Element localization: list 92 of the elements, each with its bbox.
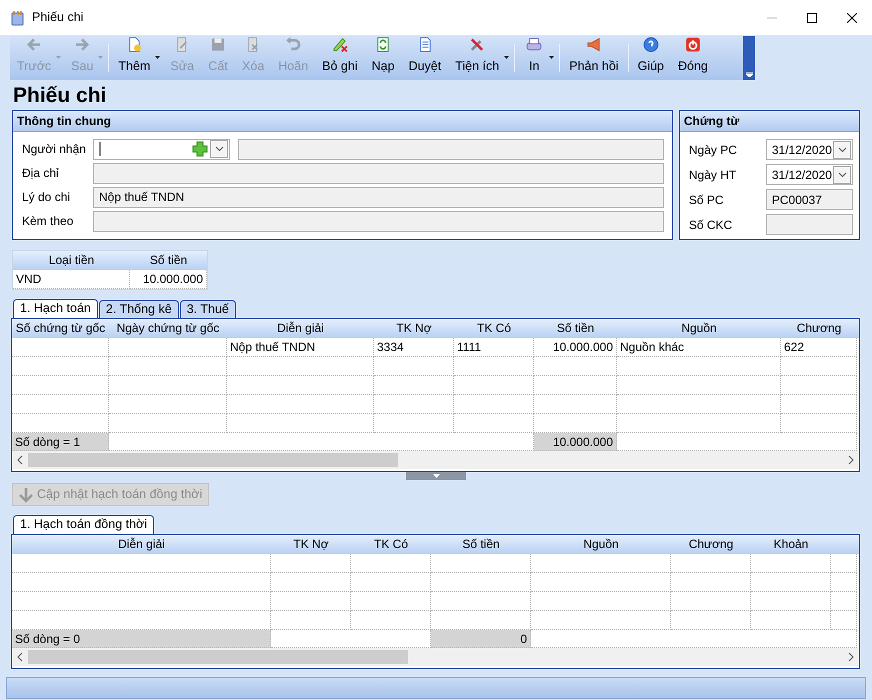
- horizontal-scrollbar[interactable]: [12, 648, 859, 666]
- caret-icon: [549, 56, 554, 59]
- name-field[interactable]: [238, 138, 664, 160]
- splitter-handle[interactable]: [406, 472, 466, 480]
- input-field[interactable]: [766, 214, 853, 235]
- column-header: Chương: [688, 536, 734, 553]
- caret-icon: [98, 56, 104, 59]
- dropdown-button[interactable]: [833, 140, 851, 158]
- field-label: Ngày PC: [688, 142, 738, 158]
- field-label: Số CKC: [688, 216, 734, 234]
- toolbar-button[interactable]: Giúp: [630, 36, 671, 80]
- chevron-down-icon: [838, 146, 846, 152]
- field-label: Ngày HT: [688, 166, 738, 184]
- field-label: Số PC: [688, 192, 725, 208]
- toolbar-button[interactable]: Phản hồi: [562, 36, 626, 80]
- text-cursor-icon: [99, 142, 101, 156]
- footer-cell: Số dòng = 1: [12, 433, 109, 451]
- table-cell: 10.000.000: [534, 338, 617, 357]
- combo-field[interactable]: [93, 138, 230, 160]
- column-header: Ngày chứng từ gốc: [116, 320, 220, 337]
- input-field[interactable]: Nộp thuế TNDN: [93, 186, 664, 208]
- overflow-caret-icon: [746, 72, 753, 77]
- input-field[interactable]: PC00037: [766, 189, 853, 210]
- column-header: TK Nợ: [292, 536, 330, 553]
- arrow-down-icon: [19, 486, 33, 502]
- table-cell: 622: [781, 338, 857, 357]
- close-icon[interactable]: [847, 12, 857, 22]
- footer-cell: 0: [431, 630, 531, 648]
- table-cell: 10.000.000: [130, 270, 207, 289]
- toolbar-button[interactable]: Duyệt: [402, 36, 448, 80]
- field-label: Địa chỉ: [21, 165, 60, 182]
- dropdown-button[interactable]: [833, 166, 851, 184]
- tab[interactable]: 3. Thuế: [180, 300, 236, 318]
- toolbar-button[interactable]: Nạp: [364, 36, 402, 80]
- table-cell: 3334: [374, 338, 454, 357]
- table-cell: [831, 611, 857, 630]
- toolbar-button[interactable]: Bỏ ghi: [315, 36, 365, 80]
- caret-icon: [155, 56, 160, 59]
- dropdown-button[interactable]: [210, 140, 228, 158]
- notepad-icon: [10, 10, 26, 26]
- toolbar-button[interactable]: Tiện ích: [448, 36, 506, 80]
- scrollbar-thumb[interactable]: [28, 453, 398, 467]
- column-header: Nguồn: [680, 320, 718, 337]
- chevron-down-icon: [838, 172, 846, 178]
- toolbar-button[interactable]: Đóng: [671, 36, 715, 80]
- date-field[interactable]: 31/12/2020: [766, 139, 853, 160]
- column-header: Chương: [796, 320, 842, 337]
- overflow-button[interactable]: [743, 36, 755, 80]
- maximize-icon[interactable]: [807, 12, 817, 22]
- field-label: Người nhận: [21, 141, 87, 158]
- caret-down-icon: [432, 474, 440, 478]
- input-field[interactable]: [93, 210, 664, 232]
- footer-cell: Số dòng = 0: [12, 630, 271, 648]
- table-cell: [831, 592, 857, 611]
- column-header: Số chứng từ gốc: [14, 320, 106, 337]
- field-label: Lý do chi: [21, 189, 72, 206]
- table-cell: VND: [13, 270, 130, 289]
- column-header: Số tiền: [556, 320, 596, 337]
- column-header: TK Có: [372, 536, 409, 553]
- table-cell: 1111: [454, 338, 534, 357]
- column-header: Số tiền: [148, 252, 188, 269]
- scrollbar-thumb[interactable]: [28, 650, 408, 664]
- column-header: Diễn giải: [117, 536, 166, 553]
- chevron-down-icon: [214, 146, 224, 152]
- column-header: Diễn giải: [276, 320, 325, 337]
- column-header: Khoản: [772, 536, 810, 553]
- column-header: TK Nợ: [395, 320, 433, 337]
- field-label: Kèm theo: [21, 213, 74, 230]
- page-heading: Phiếu chi: [13, 84, 108, 108]
- window-title: Phiếu chi: [32, 9, 84, 26]
- table-cell: Nguồn khác: [617, 338, 781, 357]
- column-header: Số tiền: [461, 536, 501, 553]
- footer-cell: 10.000.000: [534, 433, 617, 451]
- add-icon[interactable]: [192, 141, 208, 157]
- table-cell: [831, 573, 857, 592]
- panel-header: Thông tin chung: [13, 111, 672, 132]
- column-header: Nguồn: [582, 536, 620, 553]
- caret-icon: [56, 56, 62, 59]
- caret-icon: [504, 56, 510, 59]
- tab[interactable]: 1. Hạch toán đồng thời: [13, 515, 154, 534]
- column-header: TK Có: [476, 320, 512, 337]
- date-field[interactable]: 31/12/2020: [766, 164, 853, 185]
- column-header: Loại tiền: [48, 252, 96, 269]
- panel-header: Chứng từ: [680, 111, 859, 132]
- tab[interactable]: 2. Thống kê: [98, 300, 179, 318]
- input-field[interactable]: [93, 162, 664, 184]
- toolbar-button[interactable]: Thêm: [111, 36, 158, 80]
- toolbar-button[interactable]: In: [517, 36, 552, 80]
- horizontal-scrollbar[interactable]: [12, 451, 859, 469]
- tab[interactable]: 1. Hạch toán: [13, 299, 98, 318]
- table-cell: Nộp thuế TNDN: [227, 338, 374, 357]
- table-cell: [831, 554, 857, 573]
